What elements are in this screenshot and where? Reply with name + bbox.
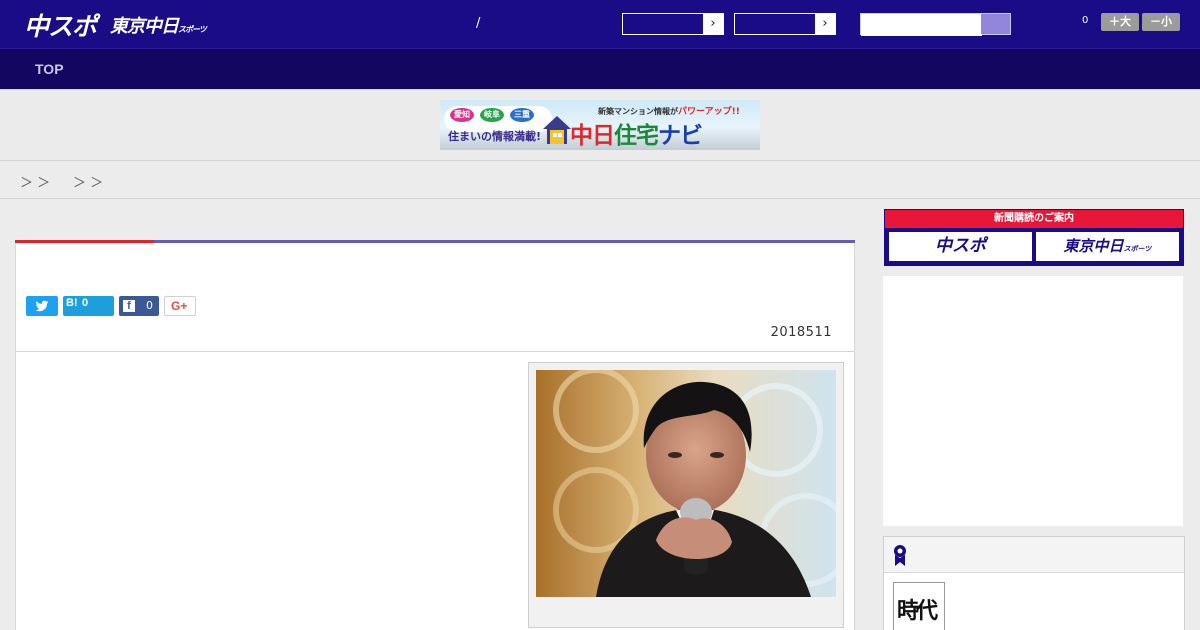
tokyo-chunichi-subscribe-button[interactable]: 東京中日スポーツ — [1036, 232, 1179, 261]
header-count: 0 — [1082, 15, 1089, 26]
article-photo[interactable] — [536, 370, 836, 597]
article-photo-frame — [528, 362, 844, 628]
chuspo-logo[interactable]: 中スポ — [24, 7, 97, 43]
sidebar-ad[interactable] — [883, 276, 1183, 526]
thumbnail-text: 時代 — [897, 598, 938, 624]
subscription-header: 新聞購読のご案内 — [885, 210, 1183, 228]
chevron-right-icon: › — [815, 14, 835, 34]
article-card: B! 0 f 0 G+ 2018511 — [15, 240, 855, 630]
breadcrumb-separator: ＞ ＞ — [73, 176, 104, 191]
house-icon — [543, 116, 571, 144]
google-plus-share-button[interactable]: G+ — [164, 296, 196, 316]
ad-top-text-a: 新築マンション情報が — [598, 107, 678, 116]
ad-main-title: 中日住宅ナビ — [570, 116, 703, 150]
search-input[interactable] — [861, 16, 982, 36]
ranking-header — [884, 537, 1184, 573]
tokyo-logo-text: 東京中日 — [110, 16, 179, 37]
ribbon-icon — [894, 545, 906, 566]
site-header: 中スポ 東京中日スポーツ / › › 0 ＋大 －小 — [0, 0, 1200, 48]
search-button[interactable] — [981, 14, 1010, 34]
tokyo-subscribe-small: スポーツ — [1123, 245, 1152, 253]
nav-item-top[interactable]: TOP — [35, 61, 64, 77]
header-slash: / — [476, 16, 481, 31]
font-smaller-button[interactable]: －小 — [1142, 13, 1180, 31]
article-date: 2018511 — [770, 325, 832, 340]
ranking-thumbnail[interactable]: 時代 — [893, 582, 945, 630]
facebook-icon: f — [123, 300, 135, 312]
article-top-bar — [15, 240, 855, 243]
subscription-box: 新聞購読のご案内 中スポ 東京中日スポーツ — [884, 209, 1184, 266]
facebook-count: 0 — [146, 299, 153, 312]
tokyo-chunichi-logo[interactable]: 東京中日スポーツ — [110, 12, 207, 38]
main-nav: TOP — [0, 48, 1200, 89]
facebook-share-button[interactable]: f 0 — [119, 296, 159, 316]
chevron-right-icon: › — [703, 14, 723, 34]
breadcrumb-separator: ＞ ＞ — [20, 176, 51, 191]
article-top-bar-accent — [15, 240, 154, 243]
ad-bubble-gifu: 岐阜 — [480, 108, 504, 122]
header-select-2[interactable]: › — [734, 13, 836, 35]
ranking-box: 時代 — [883, 536, 1185, 630]
twitter-icon — [35, 300, 49, 312]
article-divider — [16, 351, 854, 352]
hatena-bookmark-button[interactable]: B! 0 — [63, 296, 114, 316]
tokyo-subscribe-text: 東京中日 — [1063, 237, 1124, 255]
ad-left-text: 住まいの情報満載! — [448, 130, 542, 143]
header-select-1[interactable]: › — [622, 13, 724, 35]
search-box — [860, 13, 1011, 36]
tokyo-logo-small: スポーツ — [178, 25, 207, 34]
ad-main-c: ナビ — [658, 123, 703, 149]
hatena-count: 0 — [82, 297, 89, 309]
ad-main-b: 住宅 — [614, 123, 659, 149]
chunichi-housing-navi-ad[interactable]: 愛知 岐阜 三重 住まいの情報満載! 新築マンション情報がパワーアップ!! 中日… — [440, 100, 760, 150]
hatena-icon: B! — [66, 297, 78, 309]
banner-band: 愛知 岐阜 三重 住まいの情報満載! 新築マンション情報がパワーアップ!! 中日… — [0, 89, 1200, 161]
ad-bubble-aichi: 愛知 — [450, 108, 474, 122]
font-larger-button[interactable]: ＋大 — [1101, 13, 1139, 31]
ad-bubble-mie: 三重 — [510, 108, 534, 122]
chuspo-subscribe-button[interactable]: 中スポ — [889, 232, 1032, 261]
twitter-share-button[interactable] — [26, 296, 58, 316]
breadcrumb: ＞ ＞ ＞ ＞ — [0, 161, 1200, 199]
ad-main-a: 中日 — [570, 123, 615, 149]
google-plus-icon: G+ — [171, 299, 188, 313]
